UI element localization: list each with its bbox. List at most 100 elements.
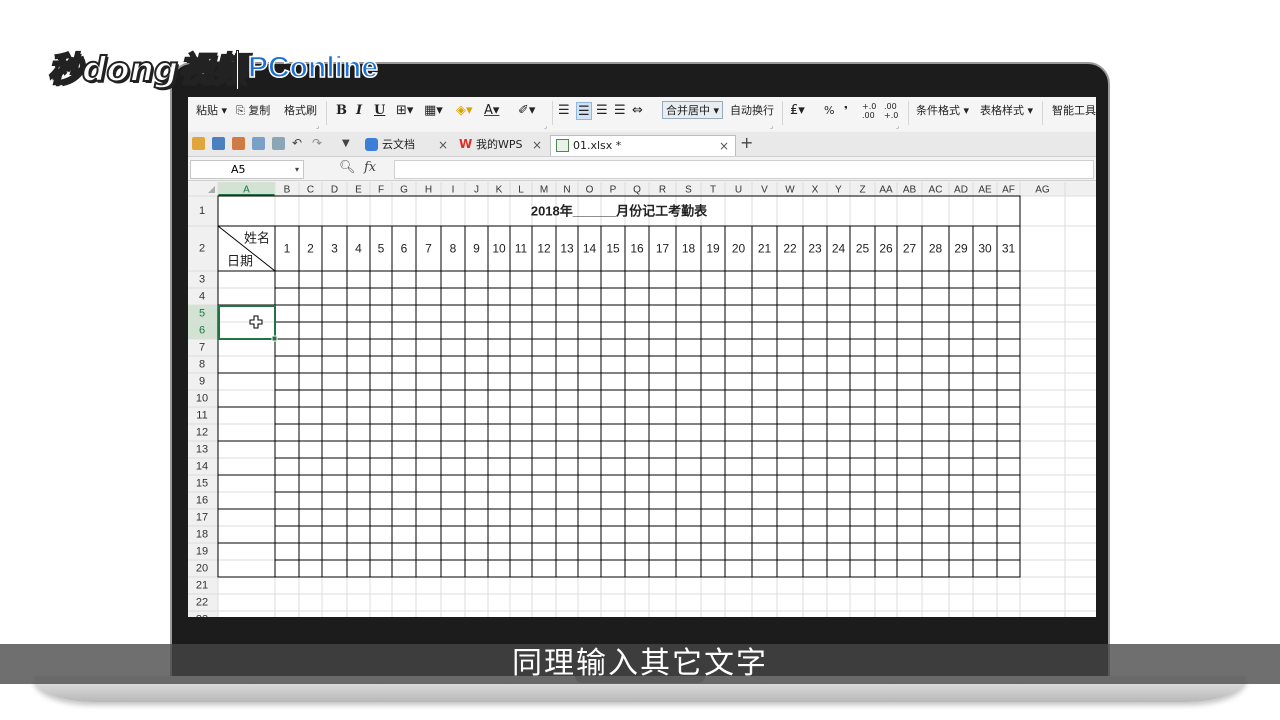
cell-style-icon[interactable]: ▦▾ xyxy=(424,102,443,120)
row-header-6[interactable]: 6 xyxy=(199,325,205,337)
column-header-N[interactable]: N xyxy=(563,185,570,196)
save-icon[interactable] xyxy=(212,137,225,150)
clear-format-icon[interactable]: ✐▾ xyxy=(518,102,535,120)
day-number-10[interactable]: 10 xyxy=(492,242,506,256)
column-header-K[interactable]: K xyxy=(496,185,503,196)
print-preview-icon[interactable] xyxy=(272,137,285,150)
column-header-E[interactable]: E xyxy=(355,185,362,196)
header-name-label[interactable]: 姓名 xyxy=(244,231,270,246)
column-header-H[interactable]: H xyxy=(425,185,432,196)
smart-tools-button[interactable]: 智能工具 xyxy=(1052,102,1096,120)
column-header-AD[interactable]: AD xyxy=(954,185,968,196)
fill-color-icon[interactable]: ◈▾ xyxy=(456,102,473,120)
clipboard-launcher-icon[interactable]: ⌟ xyxy=(316,122,319,130)
row-header-12[interactable]: 12 xyxy=(196,427,208,439)
spreadsheet-grid[interactable]: A B C D E F G H I J K L M N O P Q R S T U V W X Y Z AA AB AC AD AE AF AG… xyxy=(188,182,1096,617)
justify-icon[interactable]: ☰ xyxy=(614,102,626,120)
wrap-text-button[interactable]: 自动换行 xyxy=(730,102,774,120)
day-number-15[interactable]: 15 xyxy=(606,242,620,256)
tab-cloud-docs[interactable]: 云文档 × xyxy=(360,135,454,156)
format-painter-button[interactable]: 格式刷 xyxy=(284,102,317,120)
day-number-8[interactable]: 8 xyxy=(450,242,457,256)
row-header-2[interactable]: 2 xyxy=(199,243,205,255)
row-header-1[interactable]: 1 xyxy=(199,205,205,217)
align-center-icon[interactable]: ☰ xyxy=(576,102,592,120)
customize-toolbar-icon[interactable]: ▼ xyxy=(342,137,355,150)
formula-input[interactable] xyxy=(394,160,1094,179)
row-header-7[interactable]: 7 xyxy=(199,342,205,354)
column-header-P[interactable]: P xyxy=(610,185,617,196)
fill-handle[interactable] xyxy=(271,335,278,342)
column-header-AC[interactable]: AC xyxy=(929,185,943,196)
column-header-G[interactable]: G xyxy=(400,185,408,196)
open-icon[interactable] xyxy=(192,137,205,150)
chevron-down-icon[interactable]: ▾ xyxy=(295,161,299,178)
decrease-decimal-button[interactable]: .00 +.0 xyxy=(884,102,900,120)
column-header-Q[interactable]: Q xyxy=(633,185,641,196)
row-header-4[interactable]: 4 xyxy=(199,291,205,303)
day-number-22[interactable]: 22 xyxy=(783,242,797,256)
row-header-9[interactable]: 9 xyxy=(199,376,205,388)
column-header-X[interactable]: X xyxy=(812,185,819,196)
day-number-5[interactable]: 5 xyxy=(378,242,385,256)
day-number-17[interactable]: 17 xyxy=(656,242,670,256)
distribute-icon[interactable]: ⇔ xyxy=(632,102,643,120)
day-number-28[interactable]: 28 xyxy=(929,242,943,256)
column-header-B[interactable]: B xyxy=(284,185,291,196)
day-number-12[interactable]: 12 xyxy=(537,242,551,256)
day-number-11[interactable]: 11 xyxy=(515,242,528,256)
table-style-button[interactable]: 表格样式 ▾ xyxy=(980,102,1033,120)
column-header-I[interactable]: I xyxy=(452,185,455,196)
close-icon[interactable]: × xyxy=(719,136,729,156)
conditional-format-button[interactable]: 条件格式 ▾ xyxy=(916,102,969,120)
zoom-search-icon[interactable]: 🔍︎ xyxy=(339,160,356,175)
increase-decimal-button[interactable]: +.0 .00 xyxy=(862,102,878,120)
column-header-S[interactable]: S xyxy=(685,185,692,196)
day-number-18[interactable]: 18 xyxy=(682,242,696,256)
print-icon[interactable] xyxy=(252,137,265,150)
fx-icon[interactable]: fx xyxy=(364,160,376,175)
align-launcher-icon[interactable]: ⌟ xyxy=(770,122,773,130)
row-header-10[interactable]: 10 xyxy=(196,393,208,405)
merge-center-button[interactable]: 合并居中 ▾ xyxy=(662,101,724,119)
row-header-3[interactable]: 3 xyxy=(199,274,205,286)
close-icon[interactable]: × xyxy=(438,135,448,155)
row-header-21[interactable]: 21 xyxy=(196,580,208,592)
currency-icon[interactable]: ₤▾ xyxy=(790,102,805,120)
border-icon[interactable]: ⊞▾ xyxy=(396,102,413,120)
row-header-16[interactable]: 16 xyxy=(196,495,208,507)
bold-button[interactable]: B xyxy=(336,102,347,120)
column-header-O[interactable]: O xyxy=(586,185,594,196)
column-header-L[interactable]: L xyxy=(518,185,524,196)
day-number-26[interactable]: 26 xyxy=(879,242,893,256)
day-number-21[interactable]: 21 xyxy=(758,242,772,256)
row-header-17[interactable]: 17 xyxy=(196,512,208,524)
day-number-29[interactable]: 29 xyxy=(954,242,968,256)
column-header-AF[interactable]: AF xyxy=(1002,185,1015,196)
day-number-25[interactable]: 25 xyxy=(856,242,870,256)
column-header-J[interactable]: J xyxy=(474,185,479,196)
header-date-label[interactable]: 日期 xyxy=(227,254,253,269)
column-header-Z[interactable]: Z xyxy=(859,185,865,196)
column-header-A[interactable]: A xyxy=(243,185,250,196)
column-header-T[interactable]: T xyxy=(710,185,716,196)
row-header-11[interactable]: 11 xyxy=(196,410,207,422)
column-header-D[interactable]: D xyxy=(331,185,338,196)
column-header-C[interactable]: C xyxy=(307,185,314,196)
column-header-AG[interactable]: AG xyxy=(1035,185,1050,196)
column-header-U[interactable]: U xyxy=(735,185,742,196)
column-header-F[interactable]: F xyxy=(378,185,384,196)
day-number-20[interactable]: 20 xyxy=(732,242,746,256)
day-number-2[interactable]: 2 xyxy=(307,242,314,256)
column-header-AB[interactable]: AB xyxy=(903,185,917,196)
sheet-title[interactable]: 2018年______月份记工考勤表 xyxy=(531,204,708,219)
column-header-M[interactable]: M xyxy=(540,185,548,196)
day-number-27[interactable]: 27 xyxy=(903,242,917,256)
day-number-4[interactable]: 4 xyxy=(355,242,362,256)
day-number-13[interactable]: 13 xyxy=(560,242,574,256)
day-number-9[interactable]: 9 xyxy=(473,242,480,256)
number-launcher-icon[interactable]: ⌟ xyxy=(896,122,899,130)
day-number-31[interactable]: 31 xyxy=(1002,242,1016,256)
align-right-icon[interactable]: ☰ xyxy=(596,102,608,120)
day-number-7[interactable]: 7 xyxy=(425,242,432,256)
